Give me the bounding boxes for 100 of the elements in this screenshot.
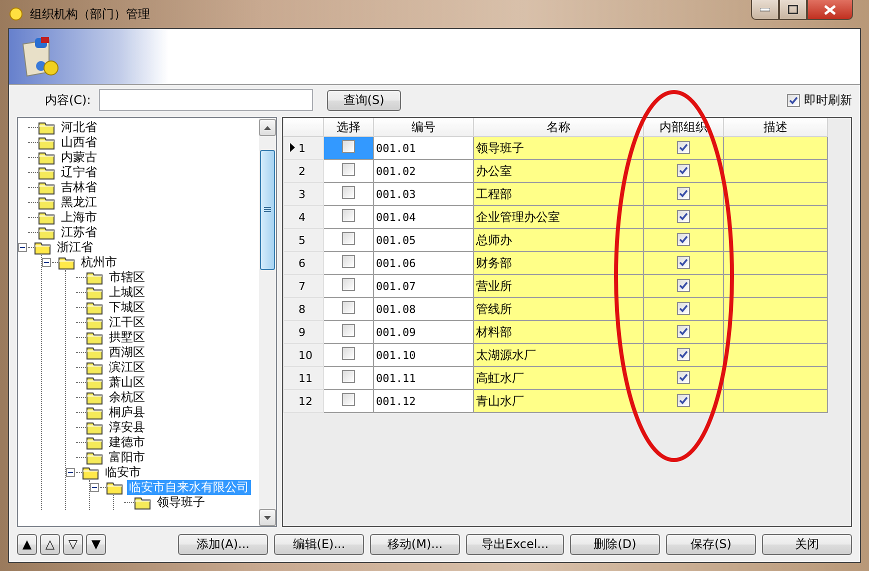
tree-item[interactable]: 临安市 bbox=[103, 465, 143, 480]
table-cell: 高虹水厂 bbox=[474, 366, 644, 390]
tree-item[interactable]: 萧山区 bbox=[107, 375, 147, 390]
move-button[interactable]: ▽ bbox=[63, 534, 83, 554]
maximize-button[interactable] bbox=[779, 0, 807, 20]
table-cell: 青山水厂 bbox=[474, 390, 644, 412]
tree-item[interactable]: 滨江区 bbox=[107, 360, 147, 375]
internal-checkbox[interactable] bbox=[677, 348, 690, 360]
move-button[interactable]: ▲ bbox=[17, 534, 37, 554]
tree-item[interactable]: 领导班子 bbox=[155, 495, 207, 510]
table-cell: 太湖源水厂 bbox=[474, 344, 644, 366]
select-checkbox[interactable] bbox=[342, 393, 355, 406]
column-header[interactable]: 描述 bbox=[724, 118, 828, 136]
tree-item[interactable]: 辽宁省 bbox=[59, 165, 99, 180]
collapse-toggle[interactable] bbox=[42, 258, 51, 267]
down-arrow-icon bbox=[264, 516, 271, 520]
close-button[interactable] bbox=[807, 0, 853, 20]
internal-checkbox[interactable] bbox=[677, 278, 690, 292]
tree-item[interactable]: 江干区 bbox=[107, 315, 147, 330]
select-checkbox[interactable] bbox=[342, 186, 355, 199]
move-button[interactable]: △ bbox=[40, 534, 60, 554]
move-button[interactable]: ▼ bbox=[86, 534, 106, 554]
folder-icon bbox=[86, 450, 104, 464]
folder-icon bbox=[38, 196, 56, 210]
tree-item[interactable]: 拱墅区 bbox=[107, 330, 147, 345]
row-number: 3 bbox=[298, 188, 306, 200]
tree-item[interactable]: 杭州市 bbox=[79, 255, 119, 270]
window-title: 组织机构（部门）管理 bbox=[30, 6, 150, 22]
tree-item[interactable]: 余杭区 bbox=[107, 390, 147, 405]
collapse-toggle[interactable] bbox=[18, 243, 27, 252]
folder-icon bbox=[86, 420, 104, 434]
tree-item[interactable]: 河北省 bbox=[59, 120, 99, 135]
tree-item[interactable]: 上城区 bbox=[107, 285, 147, 300]
select-checkbox[interactable] bbox=[342, 301, 355, 314]
internal-checkbox[interactable] bbox=[677, 210, 690, 222]
up-arrow-icon bbox=[264, 126, 271, 130]
folder-icon bbox=[38, 210, 56, 224]
action-button[interactable]: 导出Excel... bbox=[466, 534, 564, 554]
tree-item[interactable]: 浙江省 bbox=[55, 240, 95, 255]
action-button[interactable]: 删除(D) bbox=[570, 534, 660, 554]
action-button[interactable]: 编辑(E)... bbox=[274, 534, 364, 554]
tree-item[interactable]: 上海市 bbox=[59, 210, 99, 225]
tree-item[interactable]: 市辖区 bbox=[107, 270, 147, 285]
tree-item[interactable]: 黑龙江 bbox=[59, 195, 99, 210]
internal-checkbox[interactable] bbox=[677, 370, 690, 384]
folder-icon bbox=[86, 286, 104, 300]
tree-item[interactable]: 内蒙古 bbox=[59, 150, 99, 165]
query-button[interactable]: 查询(S) bbox=[326, 90, 401, 110]
table-cell: 001.08 bbox=[374, 298, 474, 320]
grip-icon bbox=[264, 207, 271, 213]
select-checkbox[interactable] bbox=[342, 347, 355, 360]
folder-icon bbox=[86, 406, 104, 420]
tree-item[interactable]: 建德市 bbox=[107, 435, 147, 450]
folder-icon bbox=[38, 166, 56, 180]
tree-item[interactable]: 富阳市 bbox=[107, 450, 147, 465]
select-checkbox[interactable] bbox=[342, 232, 355, 245]
select-checkbox[interactable] bbox=[342, 209, 355, 222]
select-checkbox[interactable] bbox=[342, 140, 355, 153]
tree-item[interactable]: 吉林省 bbox=[59, 180, 99, 195]
column-header[interactable]: 名称 bbox=[474, 118, 644, 136]
select-checkbox[interactable] bbox=[342, 370, 355, 383]
select-checkbox[interactable] bbox=[342, 255, 355, 268]
auto-refresh-checkbox[interactable] bbox=[787, 94, 800, 106]
select-checkbox[interactable] bbox=[342, 278, 355, 291]
tree-item[interactable]: 山西省 bbox=[59, 135, 99, 150]
tree-item[interactable]: 桐庐县 bbox=[107, 405, 147, 420]
action-button[interactable]: 移动(M)... bbox=[370, 534, 460, 554]
table-cell: 001.06 bbox=[374, 252, 474, 274]
column-header[interactable]: 编号 bbox=[374, 118, 474, 136]
content-field[interactable] bbox=[98, 89, 313, 111]
select-checkbox[interactable] bbox=[342, 324, 355, 337]
internal-checkbox[interactable] bbox=[677, 186, 690, 200]
row-number: 5 bbox=[298, 234, 306, 246]
row-number: 9 bbox=[298, 326, 306, 338]
tree-item[interactable]: 江苏省 bbox=[59, 225, 99, 240]
tree-item[interactable]: 西湖区 bbox=[107, 345, 147, 360]
folder-icon bbox=[134, 496, 152, 510]
scroll-thumb[interactable] bbox=[260, 150, 275, 270]
folder-icon bbox=[86, 346, 104, 360]
scroll-up-button[interactable] bbox=[259, 119, 276, 136]
row-number: 6 bbox=[298, 256, 306, 270]
internal-checkbox[interactable] bbox=[677, 302, 690, 314]
internal-checkbox[interactable] bbox=[677, 164, 690, 176]
collapse-toggle[interactable] bbox=[66, 468, 75, 477]
table-cell: 管线所 bbox=[474, 298, 644, 320]
column-header[interactable]: 选择 bbox=[324, 118, 374, 136]
internal-checkbox[interactable] bbox=[677, 256, 690, 268]
internal-checkbox[interactable] bbox=[677, 394, 690, 406]
internal-checkbox[interactable] bbox=[677, 140, 690, 154]
collapse-toggle[interactable] bbox=[90, 483, 99, 492]
tree-item[interactable]: 下城区 bbox=[107, 300, 147, 315]
scroll-down-button[interactable] bbox=[259, 509, 276, 526]
internal-checkbox[interactable] bbox=[677, 232, 690, 246]
action-button[interactable]: 关闭 bbox=[762, 534, 852, 554]
action-button[interactable]: 添加(A)... bbox=[178, 534, 268, 554]
internal-checkbox[interactable] bbox=[677, 324, 690, 338]
action-button[interactable]: 保存(S) bbox=[666, 534, 756, 554]
tree-item[interactable]: 淳安县 bbox=[107, 420, 147, 435]
minimize-button[interactable] bbox=[751, 0, 779, 20]
select-checkbox[interactable] bbox=[342, 163, 355, 176]
